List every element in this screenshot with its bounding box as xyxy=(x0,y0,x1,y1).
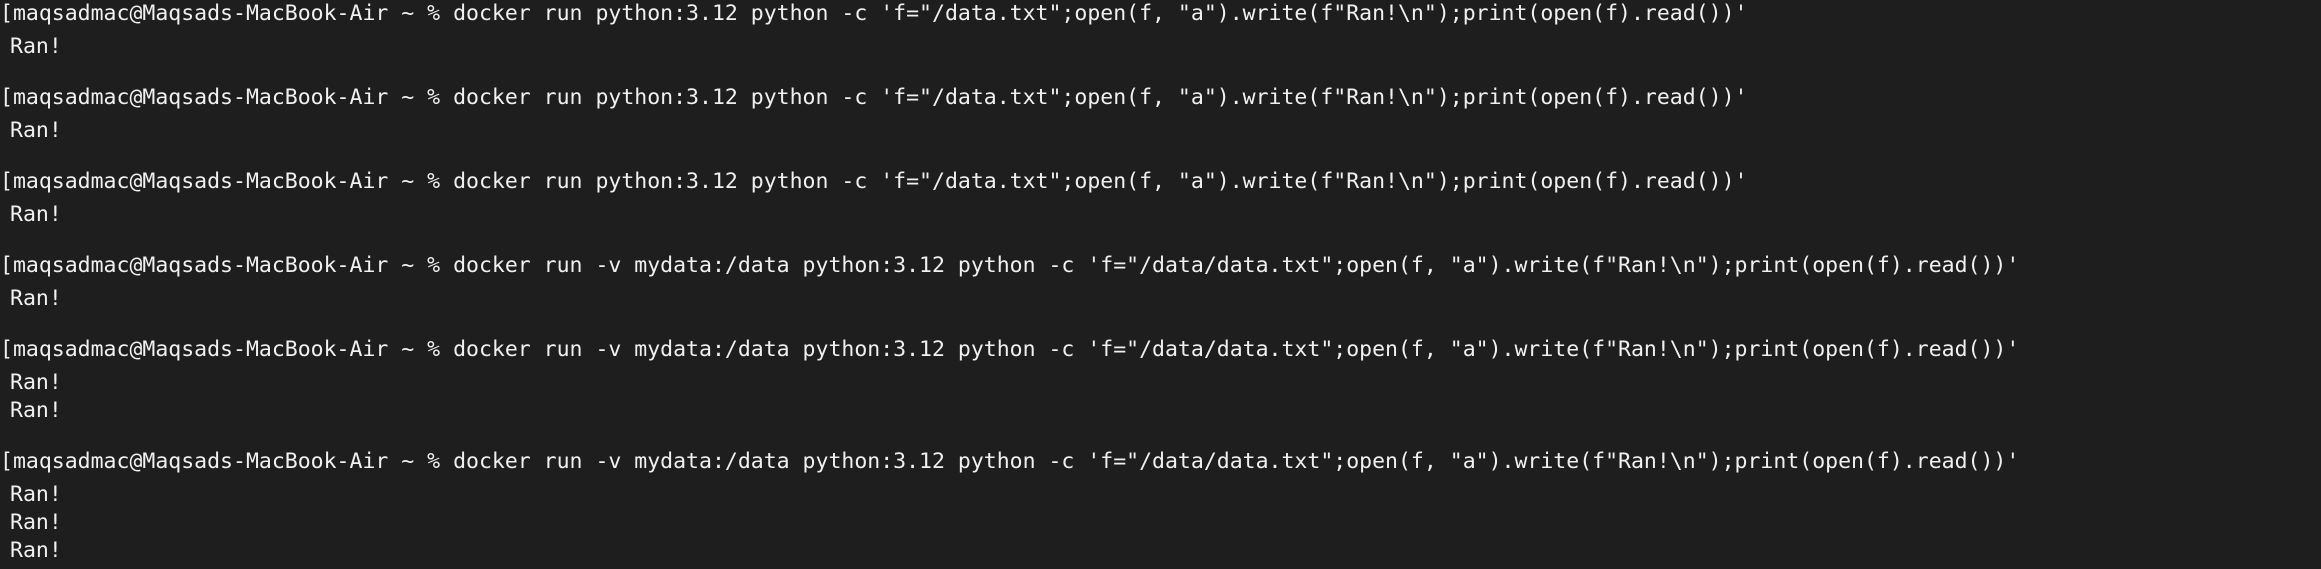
command-text: docker run python:3.12 python -c 'f="/da… xyxy=(453,169,1748,194)
shell-prompt: maqsadmac@Maqsads-MacBook-Air ~ % xyxy=(12,449,454,474)
shell-prompt: maqsadmac@Maqsads-MacBook-Air ~ % xyxy=(12,337,454,362)
command-line[interactable]: [maqsadmac@Maqsads-MacBook-Air ~ % docke… xyxy=(0,168,1747,196)
terminal-window[interactable]: [maqsadmac@Maqsads-MacBook-Air ~ % docke… xyxy=(0,0,2321,569)
command-output: Ran! xyxy=(10,482,62,507)
command-text: docker run python:3.12 python -c 'f="/da… xyxy=(453,1,1748,26)
command-line[interactable]: [maqsadmac@Maqsads-MacBook-Air ~ % docke… xyxy=(0,252,2019,280)
prompt-bracket: [ xyxy=(0,85,13,110)
shell-prompt: maqsadmac@Maqsads-MacBook-Air ~ % xyxy=(12,169,454,194)
prompt-bracket: [ xyxy=(0,337,13,362)
command-text: docker run -v mydata:/data python:3.12 p… xyxy=(453,337,2020,362)
command-line[interactable]: [maqsadmac@Maqsads-MacBook-Air ~ % docke… xyxy=(0,0,1747,28)
shell-prompt: maqsadmac@Maqsads-MacBook-Air ~ % xyxy=(12,253,454,278)
command-line[interactable]: [maqsadmac@Maqsads-MacBook-Air ~ % docke… xyxy=(0,336,2019,364)
command-output: Ran! xyxy=(10,202,62,227)
command-output: Ran! xyxy=(10,286,62,311)
command-text: docker run -v mydata:/data python:3.12 p… xyxy=(453,449,2020,474)
prompt-bracket: [ xyxy=(0,449,13,474)
command-output: Ran! xyxy=(10,118,62,143)
shell-prompt: maqsadmac@Maqsads-MacBook-Air ~ % xyxy=(12,85,454,110)
command-output: Ran! xyxy=(10,370,62,395)
command-output: Ran! xyxy=(10,538,62,563)
prompt-bracket: [ xyxy=(0,253,13,278)
prompt-bracket: [ xyxy=(0,169,13,194)
command-text: docker run python:3.12 python -c 'f="/da… xyxy=(453,85,1748,110)
command-text: docker run -v mydata:/data python:3.12 p… xyxy=(453,253,2020,278)
command-output: Ran! xyxy=(10,398,62,423)
command-output: Ran! xyxy=(10,34,62,59)
prompt-bracket: [ xyxy=(0,1,13,26)
command-output: Ran! xyxy=(10,510,62,535)
command-line[interactable]: [maqsadmac@Maqsads-MacBook-Air ~ % docke… xyxy=(0,84,1747,112)
command-line[interactable]: [maqsadmac@Maqsads-MacBook-Air ~ % docke… xyxy=(0,448,2019,476)
shell-prompt: maqsadmac@Maqsads-MacBook-Air ~ % xyxy=(12,1,454,26)
